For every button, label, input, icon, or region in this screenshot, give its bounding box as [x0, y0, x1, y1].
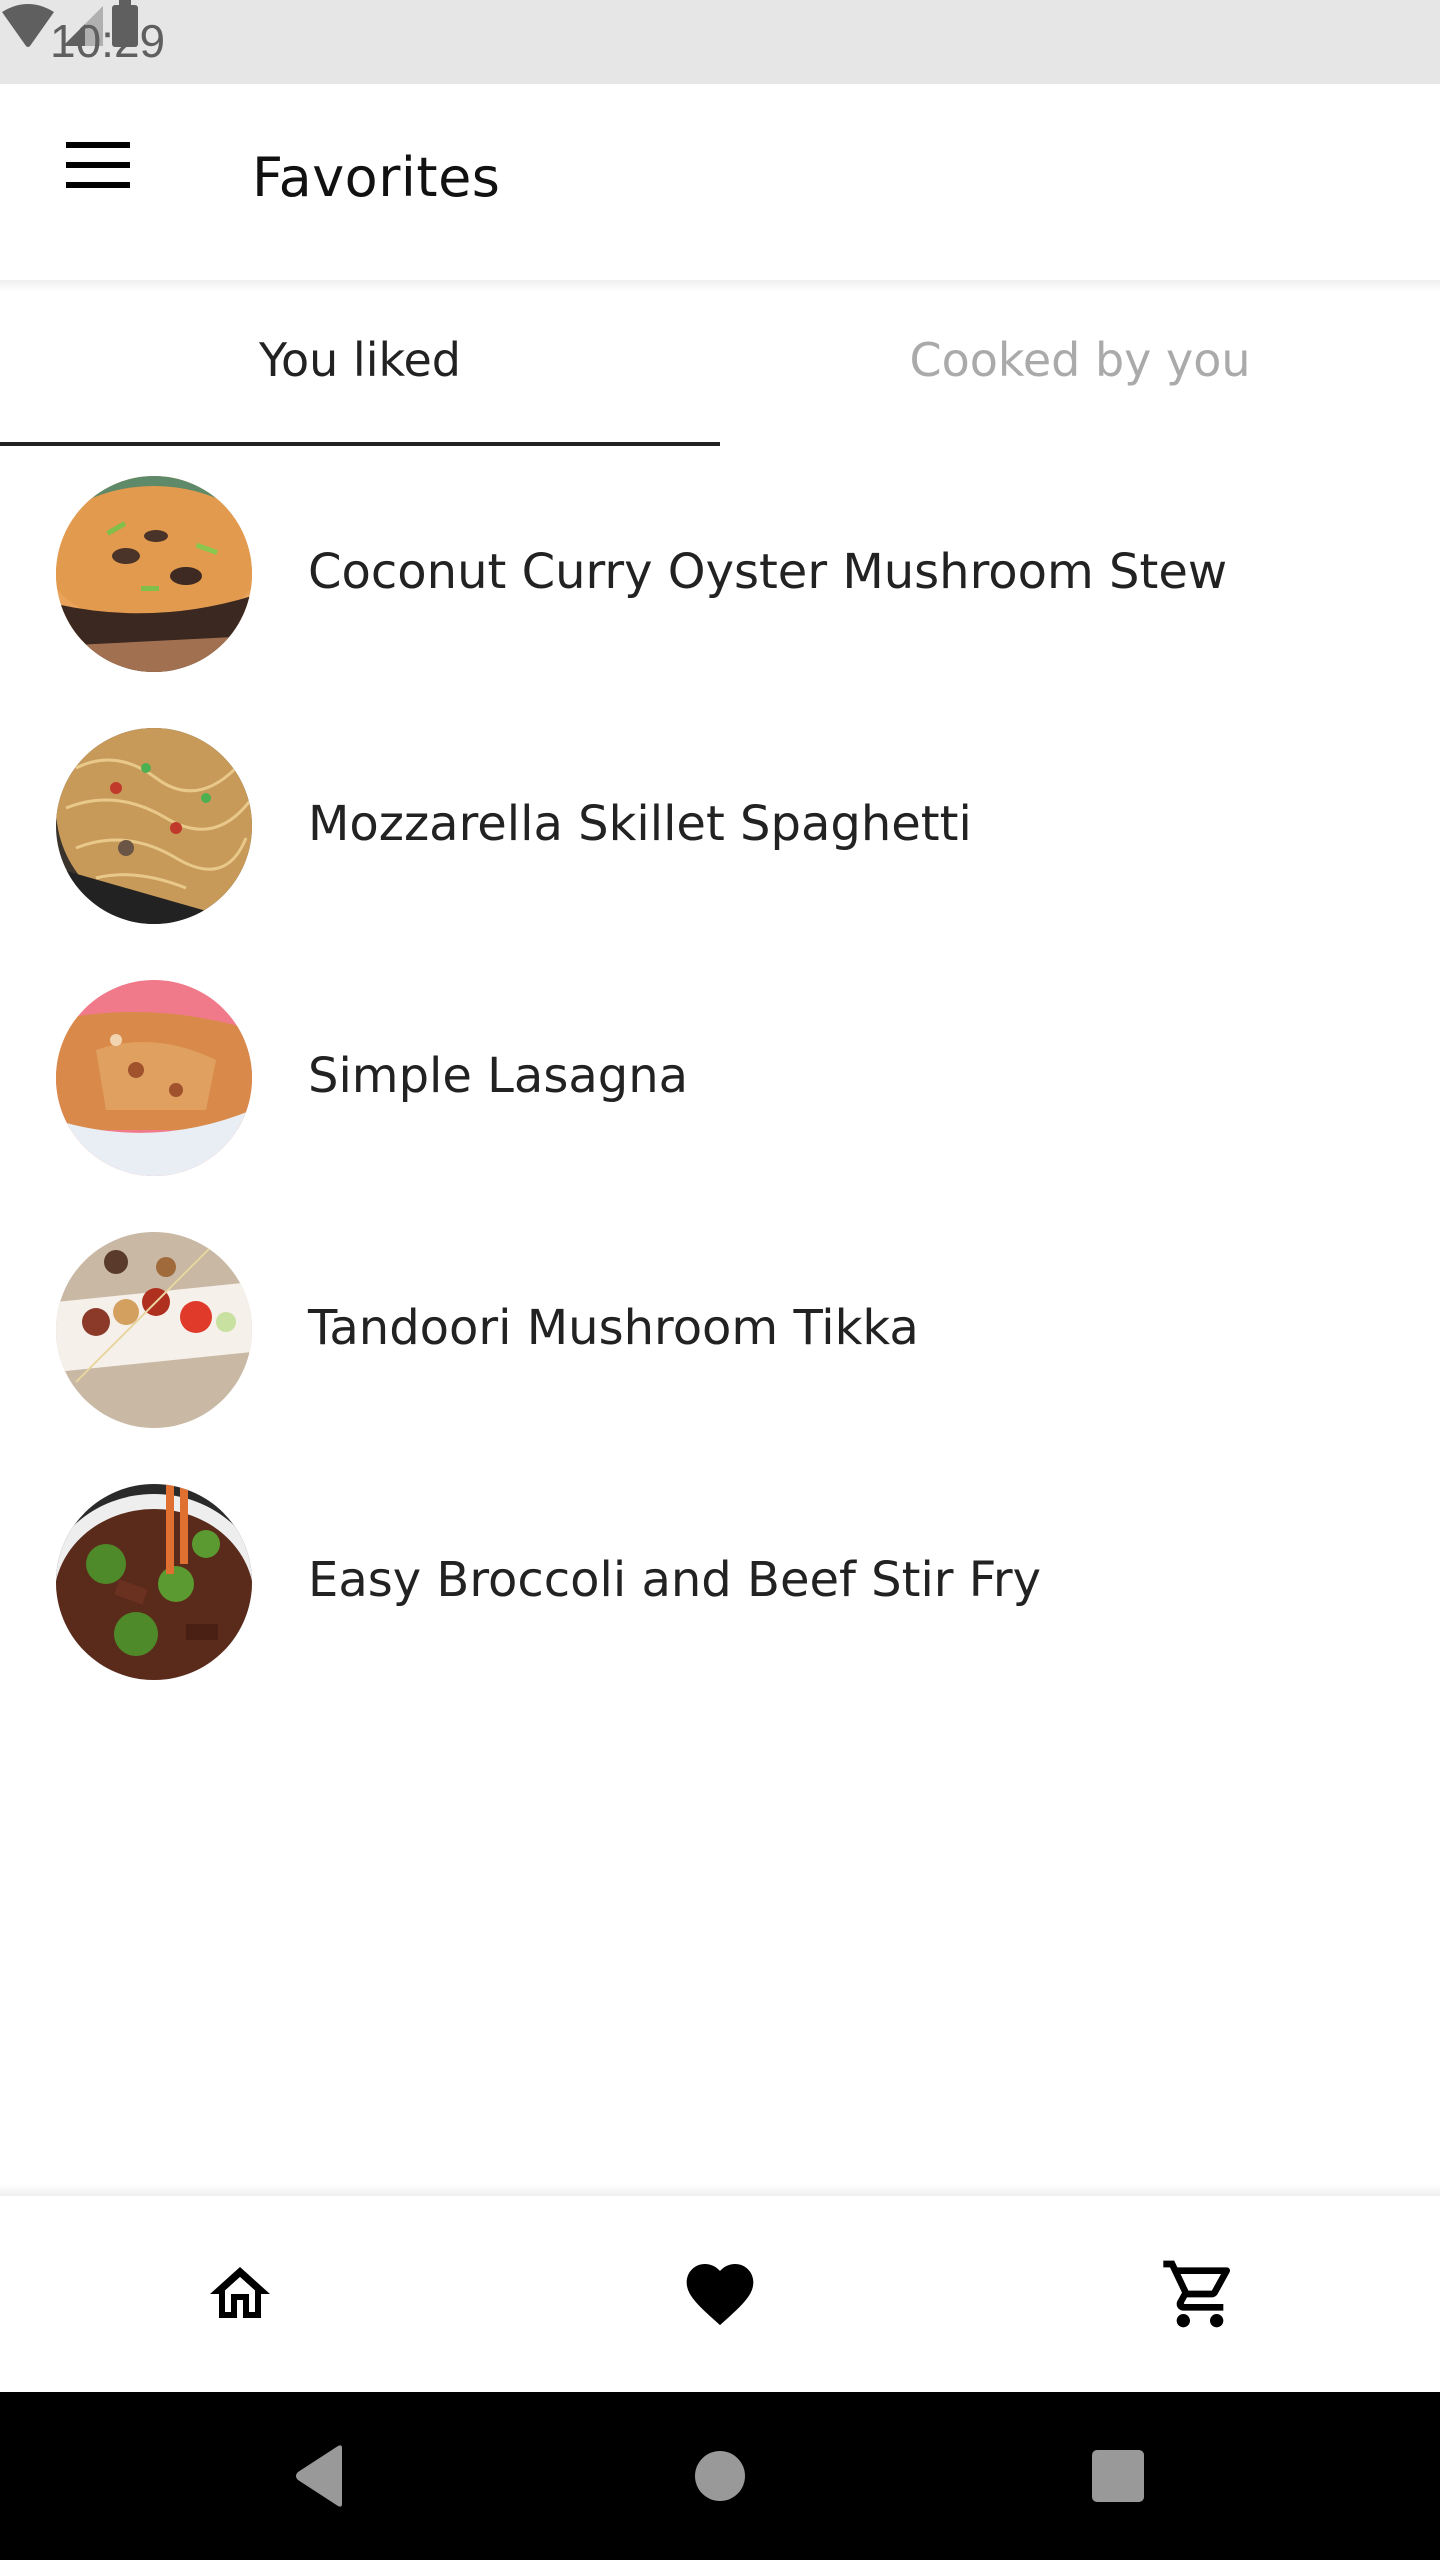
list-item[interactable]: Easy Broccoli and Beef Stir Fry — [0, 1456, 1440, 1708]
system-nav-bar — [0, 2392, 1440, 2560]
beef-broccoli-photo — [56, 1484, 252, 1680]
mushroom-tikka-photo — [56, 1232, 252, 1428]
list-item[interactable]: Tandoori Mushroom Tikka — [0, 1204, 1440, 1456]
bottom-nav — [0, 2196, 1440, 2392]
app-bar-divider — [0, 280, 1440, 292]
list-item[interactable]: Mozzarella Skillet Spaghetti — [0, 700, 1440, 952]
wifi-icon — [2, 4, 54, 47]
tab-bar: You liked Cooked by you — [0, 292, 1440, 448]
bottom-nav-divider — [0, 2184, 1440, 2196]
nav-favorites-button[interactable] — [480, 2196, 960, 2392]
recipe-title: Tandoori Mushroom Tikka — [308, 1300, 919, 1356]
cart-icon — [1163, 2260, 1231, 2328]
tab-cooked-by-you[interactable]: Cooked by you — [720, 292, 1440, 448]
active-tab-indicator — [0, 442, 720, 446]
back-triangle-icon — [296, 2445, 342, 2507]
recipe-title: Simple Lasagna — [308, 1048, 689, 1104]
nav-cart-button[interactable] — [960, 2196, 1440, 2392]
page-title: Favorites — [252, 146, 501, 209]
skillet-spaghetti-photo — [56, 728, 252, 924]
heart-icon — [686, 2264, 754, 2326]
list-item[interactable]: Coconut Curry Oyster Mushroom Stew — [0, 448, 1440, 700]
status-bar: 10:29 — [0, 0, 1440, 84]
system-home-button[interactable] — [640, 2392, 800, 2560]
menu-button[interactable] — [50, 142, 130, 222]
nav-home-button[interactable] — [0, 2196, 480, 2392]
app-bar: Favorites — [0, 84, 1440, 280]
lasagna-photo — [56, 980, 252, 1176]
list-item[interactable]: Simple Lasagna — [0, 952, 1440, 1204]
curry-stew-photo — [56, 476, 252, 672]
recipe-title: Easy Broccoli and Beef Stir Fry — [308, 1552, 1042, 1608]
tab-you-liked[interactable]: You liked — [0, 292, 720, 448]
home-icon — [210, 2267, 270, 2318]
system-back-button[interactable] — [240, 2392, 400, 2560]
home-circle-icon — [695, 2451, 745, 2501]
recipe-title: Coconut Curry Oyster Mushroom Stew — [308, 544, 1228, 600]
recents-square-icon — [1092, 2450, 1144, 2502]
recipe-title: Mozzarella Skillet Spaghetti — [308, 796, 972, 852]
favorites-list: Coconut Curry Oyster Mushroom Stew Mozza… — [0, 448, 1440, 1708]
system-recents-button[interactable] — [1038, 2392, 1198, 2560]
status-time: 10:29 — [50, 15, 166, 67]
